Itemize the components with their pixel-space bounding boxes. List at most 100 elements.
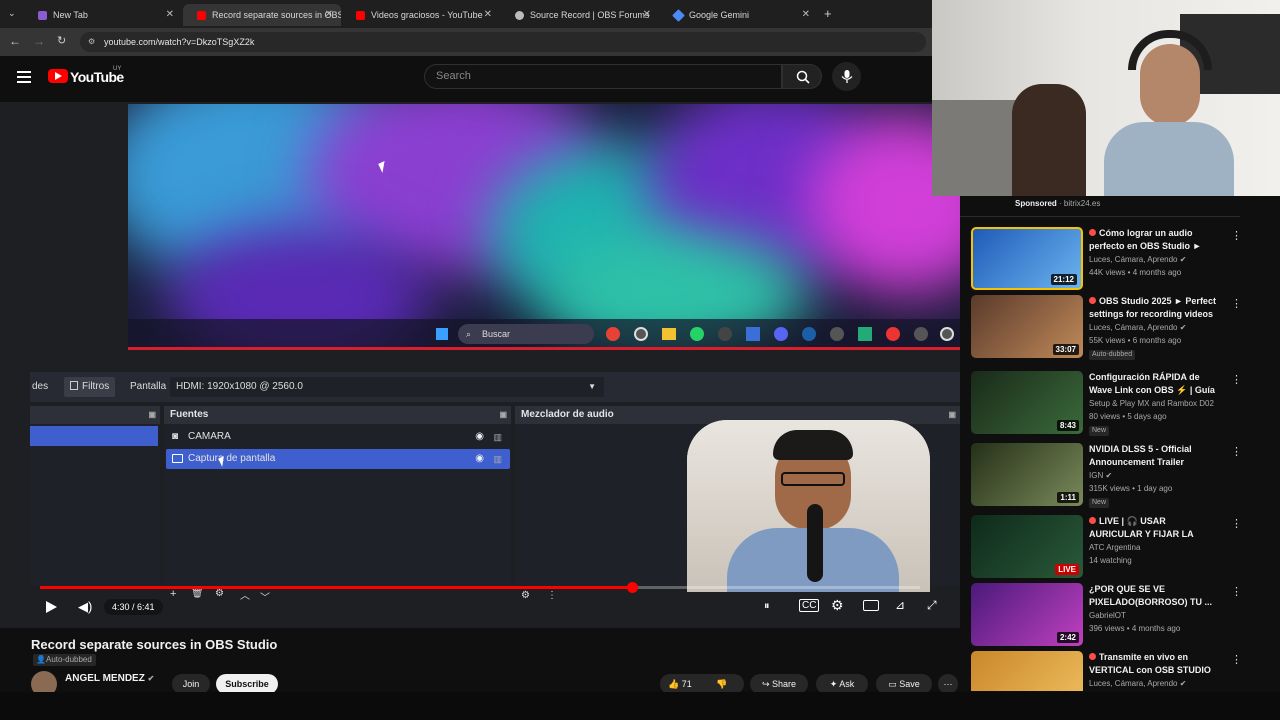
lock-icon[interactable]: ▥	[493, 427, 502, 447]
new-tab-button[interactable]: +	[824, 6, 832, 21]
theater-mode-icon[interactable]	[863, 600, 879, 611]
more-actions-kebab-icon[interactable]: ⋮	[1231, 229, 1242, 242]
properties-tab-fragment[interactable]: des	[32, 381, 48, 392]
suggestion-title[interactable]: Transmite en vivo en VERTICAL con OSB ST…	[1089, 651, 1217, 677]
suggestion-item[interactable]: Transmite en vivo en VERTICAL con OSB ST…	[971, 651, 1271, 691]
video-thumbnail[interactable]: 1:11	[971, 443, 1083, 506]
lock-icon[interactable]: ▥	[493, 449, 502, 469]
settings-gear-icon[interactable]: ⚙	[831, 597, 844, 614]
suggestion-item[interactable]: 8:43 Configuración RÁPIDA de Wave Link c…	[971, 371, 1271, 436]
suggestion-channel[interactable]: ATC Argentina	[1089, 543, 1140, 552]
panel-dock-icon[interactable]: ▣	[948, 406, 956, 424]
panel-dock-icon[interactable]: ▣	[499, 406, 507, 424]
add-source-icon[interactable]: +	[170, 588, 176, 600]
close-tab-icon[interactable]: ✕	[484, 9, 492, 20]
suggestion-channel[interactable]: GabrielOT	[1089, 611, 1126, 620]
tab-obs-forums[interactable]: Source Record | OBS Forums ✕	[501, 4, 659, 26]
tab-new-tab[interactable]: New Tab ✕	[24, 4, 182, 26]
back-arrow-icon[interactable]: ←	[9, 34, 21, 48]
close-tab-icon[interactable]: ✕	[166, 9, 174, 20]
share-button[interactable]: ↪ Share	[750, 674, 808, 694]
suggestion-channel[interactable]: Luces, Cámara, Aprendo ✔	[1089, 255, 1186, 264]
thumbs-up-icon[interactable]: 👍	[668, 679, 679, 689]
channel-name[interactable]: ANGEL MENDEZ ✔	[65, 673, 154, 684]
video-thumbnail[interactable]: 2:42	[971, 583, 1083, 646]
video-thumbnail[interactable]: LIVE	[971, 515, 1083, 578]
video-thumbnail[interactable]	[971, 651, 1083, 691]
more-actions-kebab-icon[interactable]: ⋮	[1231, 297, 1242, 310]
source-settings-gear-icon[interactable]: ⚙	[215, 588, 224, 599]
suggestion-title[interactable]: Cómo lograr un audio perfecto en OBS Stu…	[1089, 227, 1217, 253]
more-actions-kebab-icon[interactable]: ⋮	[1231, 585, 1242, 598]
video-player[interactable]: ⌕ Buscar des Filtros Pantalla HDMI: 1920…	[0, 102, 960, 628]
save-button[interactable]: ▭ Save	[876, 674, 932, 694]
tab-search-chevron-icon[interactable]: ⌄	[8, 8, 16, 19]
suggestion-title[interactable]: NVIDIA DLSS 5 - Official Announcement Tr…	[1089, 443, 1217, 469]
progress-bar-played[interactable]	[40, 586, 633, 589]
autoplay-toggle-icon[interactable]: ⏸	[764, 600, 770, 613]
more-actions-kebab-icon[interactable]: ⋮	[1231, 445, 1242, 458]
video-thumbnail[interactable]: 33:07	[971, 295, 1083, 358]
tab-record-separate-sources[interactable]: Record separate sources in OBS ✕	[183, 4, 341, 26]
suggestion-channel[interactable]: Luces, Cámara, Aprendo ✔	[1089, 323, 1186, 332]
cast-icon[interactable]: ⊿	[895, 598, 905, 612]
fullscreen-icon[interactable]: ⤢	[927, 598, 937, 613]
join-button[interactable]: Join	[172, 674, 210, 694]
close-tab-icon[interactable]: ✕	[802, 9, 810, 20]
forward-arrow-icon[interactable]: →	[33, 34, 45, 48]
country-code: UY	[113, 66, 122, 72]
move-up-chevron-icon[interactable]: ︿	[240, 587, 250, 602]
suggestion-item[interactable]: 33:07 OBS Studio 2025 ► Perfect settings…	[971, 295, 1271, 360]
voice-search-button[interactable]	[832, 62, 861, 91]
suggestion-channel[interactable]: IGN ✔	[1089, 471, 1112, 480]
ask-button[interactable]: ✦ Ask	[816, 674, 868, 694]
video-thumbnail[interactable]: 21:12	[971, 227, 1083, 290]
sponsored-line[interactable]: Sponsored · bitrix24.es	[1015, 199, 1100, 208]
youtube-logo-icon[interactable]	[48, 69, 68, 83]
more-actions-kebab-icon[interactable]: ⋮	[1231, 373, 1242, 386]
suggestion-title[interactable]: ¿POR QUE SE VE PIXELADO(BORROSO) TU ...	[1089, 583, 1217, 609]
suggestion-item[interactable]: LIVE LIVE | 🎧 USAR AURICULAR Y FIJAR LA …	[971, 515, 1271, 579]
suggestion-channel[interactable]: Luces, Cámara, Aprendo ✔	[1089, 679, 1186, 688]
discord-icon	[774, 327, 788, 341]
delete-source-icon[interactable]: 🗑	[191, 588, 204, 599]
address-bar[interactable]: ⚙ youtube.com/watch?v=DkzoTSgXZ2k	[80, 32, 926, 52]
mixer-more-kebab-icon[interactable]: ⋮	[547, 590, 557, 601]
suggestion-item[interactable]: 1:11 NVIDIA DLSS 5 - Official Announceme…	[971, 443, 1271, 508]
tab-google-gemini[interactable]: Google Gemini ✕	[660, 4, 818, 26]
close-tab-icon[interactable]: ✕	[325, 9, 333, 20]
volume-icon[interactable]: ◀)	[78, 599, 92, 615]
panel-dock-icon[interactable]: ▣	[148, 406, 156, 424]
suggestion-title[interactable]: LIVE | 🎧 USAR AURICULAR Y FIJAR LA CALID…	[1089, 515, 1217, 541]
display-select[interactable]: HDMI: 1920x1080 @ 2560.0 ▼	[170, 377, 604, 397]
more-actions-kebab-icon[interactable]: ⋮	[1231, 653, 1242, 666]
subscribe-button[interactable]: Subscribe	[216, 674, 278, 694]
progress-scrubber-handle[interactable]	[627, 582, 639, 593]
search-input[interactable]: Search	[424, 64, 782, 89]
search-button[interactable]	[782, 64, 822, 89]
subtitles-cc-icon[interactable]: CC	[799, 599, 820, 612]
source-row-camara[interactable]: ◙ CAMARA ◉ ▥	[166, 427, 510, 447]
suggestion-item[interactable]: 21:12 Cómo lograr un audio perfecto en O…	[971, 227, 1271, 291]
more-actions-kebab-icon[interactable]: ⋮	[1231, 517, 1242, 530]
play-icon[interactable]	[46, 601, 57, 613]
thumbs-down-icon[interactable]: 👎	[716, 674, 727, 694]
selected-scene-row[interactable]	[30, 426, 158, 446]
tab-videos-graciosos[interactable]: Videos graciosos - YouTube ✕	[342, 4, 500, 26]
move-down-chevron-icon[interactable]: ﹀	[260, 589, 270, 604]
suggestion-title[interactable]: OBS Studio 2025 ► Perfect settings for r…	[1089, 295, 1217, 321]
suggestion-item[interactable]: 2:42 ¿POR QUE SE VE PIXELADO(BORROSO) TU…	[971, 583, 1271, 647]
visibility-eye-icon[interactable]: ◉	[475, 427, 484, 447]
hamburger-menu-icon[interactable]	[17, 71, 31, 83]
visibility-eye-icon[interactable]: ◉	[475, 449, 484, 469]
reload-icon[interactable]: ↻	[57, 34, 66, 47]
like-dislike-group[interactable]: 👍 71 👎	[660, 674, 744, 694]
suggestion-channel[interactable]: Setup & Play MX and Rambox D02	[1089, 399, 1214, 408]
mixer-settings-icon[interactable]: ⚙	[521, 590, 530, 601]
site-info-icon[interactable]: ⚙	[88, 32, 95, 52]
video-thumbnail[interactable]: 8:43	[971, 371, 1083, 434]
close-tab-icon[interactable]: ✕	[643, 9, 651, 20]
suggestion-title[interactable]: Configuración RÁPIDA de Wave Link con OB…	[1089, 371, 1217, 397]
more-actions-button[interactable]: ⋯	[938, 674, 958, 694]
filters-button[interactable]: Filtros	[64, 377, 116, 397]
